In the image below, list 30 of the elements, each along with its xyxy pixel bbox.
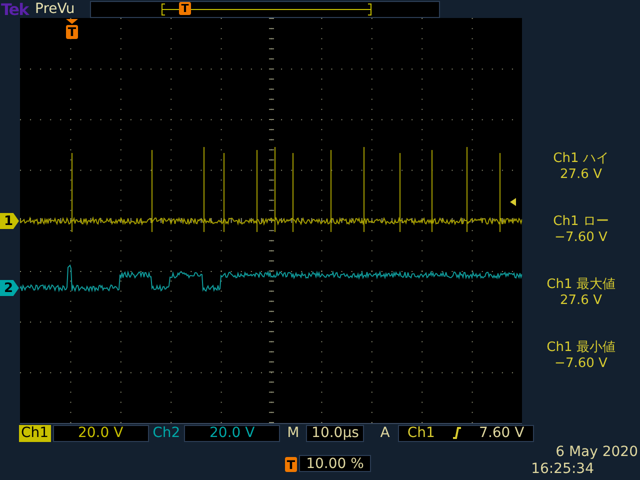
time: 16:25:34 [531, 461, 594, 478]
timebase-value: 10.0µs [306, 424, 364, 442]
measurement-label: Ch1 ハイ [553, 151, 609, 167]
measurement-value: −7.60 V [554, 230, 608, 246]
rising-edge-icon [452, 427, 462, 439]
channel-scale: 20.0 V [52, 424, 149, 442]
measurement-label: Ch1 ロー [553, 214, 609, 230]
measurement-label: Ch1 最小値 [546, 340, 616, 356]
channel-label[interactable]: Ch1 [19, 424, 51, 442]
trigger-source: Ch1 [407, 425, 435, 441]
mode-label: PreVu [35, 1, 76, 17]
channel-marker: 1 [0, 213, 19, 229]
date: 6 May 2020 [556, 444, 638, 461]
record-bracket-icon [161, 2, 372, 16]
channel-label[interactable]: Ch2 [150, 424, 182, 442]
trigger-pointer-icon [66, 19, 78, 24]
measurement-label: Ch1 最大値 [546, 277, 616, 293]
brand-logo: Tek [1, 0, 30, 18]
trigger-level-icon [510, 198, 516, 206]
trigger-marker: T [179, 2, 191, 14]
trigger-label: A [379, 425, 391, 441]
trigger-level: 7.60 V [479, 425, 524, 441]
channel-scale: 20.0 V [184, 424, 280, 442]
trigger-position: 10.00 % [299, 455, 371, 472]
measurement-value: 27.6 V [560, 167, 602, 183]
trigger-position-marker: T [285, 457, 297, 472]
timebase-label: M [286, 425, 300, 441]
channel-marker: 2 [0, 280, 19, 296]
measurement-value: 27.6 V [560, 293, 602, 309]
measurement-value: −7.60 V [554, 356, 608, 372]
